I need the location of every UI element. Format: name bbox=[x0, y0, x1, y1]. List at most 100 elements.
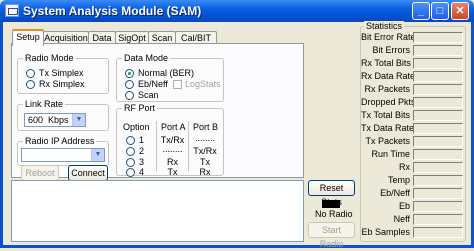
rx-total-bits-value bbox=[413, 58, 463, 69]
port-b-cell: Tx bbox=[200, 157, 210, 167]
scan-label: Scan bbox=[138, 90, 159, 100]
port-b-cell: Tx/Rx bbox=[193, 146, 217, 156]
reset-stats-button[interactable]: Reset Stats bbox=[308, 180, 355, 207]
tx-packets-label: Tx Packets bbox=[365, 136, 410, 146]
bit-error-rate-label: Bit Error Rate bbox=[361, 32, 416, 42]
bit-errors-label: Bit Errors bbox=[372, 45, 410, 55]
link-rate-title: Link Rate bbox=[23, 99, 66, 109]
rx-packets-value bbox=[413, 84, 463, 95]
radio-dot-icon bbox=[126, 146, 135, 156]
neff-value bbox=[413, 214, 463, 225]
radio-status-text: No Radio bbox=[315, 209, 353, 219]
link-rate-value: 600 Kbps bbox=[28, 115, 69, 125]
port-a-cell: Tx bbox=[167, 167, 178, 177]
run-time-value bbox=[413, 149, 463, 160]
rf-option-label: 1 bbox=[139, 135, 145, 145]
eb-value bbox=[413, 201, 463, 212]
tx-total-bits-value bbox=[413, 110, 463, 121]
normal-ber-label: Normal (BER) bbox=[138, 68, 195, 78]
logstats-label: LogStats bbox=[185, 79, 221, 89]
eb-neff-radio[interactable]: Eb/Neff bbox=[125, 79, 168, 89]
app-icon bbox=[5, 4, 19, 17]
window-border-left bbox=[0, 22, 3, 248]
tx-simplex-label: Tx Simplex bbox=[39, 68, 84, 78]
radio-dot-icon bbox=[126, 157, 135, 167]
radio-ip-group: Radio IP Address ▼ bbox=[17, 136, 109, 166]
bit-errors-value bbox=[413, 45, 463, 56]
rf-option-label: 4 bbox=[139, 167, 145, 177]
message-log[interactable] bbox=[11, 180, 304, 242]
close-button[interactable]: ✕ bbox=[451, 2, 469, 20]
statistics-group: Statistics Bit Error Rate Bit Errors Rx … bbox=[360, 21, 466, 242]
radio-dot-icon bbox=[26, 79, 35, 89]
port-b-column-header: Port B bbox=[193, 122, 219, 132]
window-title: System Analysis Module (SAM) bbox=[23, 4, 202, 18]
radio-dot-icon bbox=[126, 167, 135, 177]
temp-value bbox=[413, 175, 463, 186]
reboot-button[interactable]: Reboot bbox=[21, 165, 59, 181]
rf-option-label: 2 bbox=[139, 146, 145, 156]
eb-neff-label: Eb/Neff bbox=[138, 79, 168, 89]
title-bar: System Analysis Module (SAM) _ □ ✕ bbox=[0, 0, 474, 22]
start-radio-button[interactable]: Start Radio bbox=[308, 222, 355, 249]
radio-dot-icon bbox=[125, 90, 134, 100]
run-time-label: Run Time bbox=[371, 149, 410, 159]
eb-samples-label: Eb Samples bbox=[361, 227, 410, 237]
setup-panel: Radio Mode Tx Simplex Rx Simplex Data Mo… bbox=[11, 43, 304, 181]
chevron-down-icon[interactable]: ▼ bbox=[91, 149, 104, 161]
logstats-checkbox[interactable]: LogStats bbox=[173, 79, 221, 89]
chevron-down-icon[interactable]: ▼ bbox=[72, 114, 85, 126]
checkbox-icon bbox=[173, 79, 182, 89]
radio-ip-title: Radio IP Address bbox=[23, 136, 97, 146]
radio-selected-icon bbox=[125, 68, 134, 78]
link-rate-group: Link Rate 600 Kbps ▼ bbox=[17, 99, 109, 131]
rf-port-group: RF Port Option Port A Port B 1 Tx/Rx ...… bbox=[116, 103, 224, 177]
rx-packets-label: Rx Packets bbox=[364, 84, 410, 94]
rx-data-rate-value bbox=[413, 71, 463, 82]
rf-option-4-radio[interactable]: 4 bbox=[126, 167, 144, 177]
data-mode-group: Data Mode Normal (BER) Eb/Neff Scan LogS… bbox=[116, 53, 224, 102]
rx-label: Rx bbox=[399, 162, 410, 172]
port-b-cell: ........ bbox=[194, 133, 215, 143]
radio-ip-select[interactable]: ▼ bbox=[21, 148, 105, 162]
tx-data-rate-label: Tx Data Rate bbox=[361, 123, 415, 133]
rx-simplex-radio[interactable]: Rx Simplex bbox=[26, 79, 85, 89]
eb-neff-stat-label: Eb/Neff bbox=[380, 188, 410, 198]
eb-neff-value bbox=[413, 188, 463, 199]
maximize-button[interactable]: □ bbox=[431, 2, 449, 20]
port-a-cell: Rx bbox=[167, 157, 178, 167]
radio-mode-title: Radio Mode bbox=[23, 53, 76, 63]
scan-radio[interactable]: Scan bbox=[125, 90, 159, 100]
statistics-title: Statistics bbox=[364, 21, 405, 31]
connect-button[interactable]: Connect bbox=[68, 165, 108, 181]
rx-simplex-label: Rx Simplex bbox=[39, 79, 85, 89]
rf-port-title: RF Port bbox=[122, 103, 158, 113]
radio-dot-icon bbox=[125, 79, 134, 89]
tx-total-bits-label: Tx Total Bits bbox=[361, 110, 410, 120]
rf-option-1-radio[interactable]: 1 bbox=[126, 135, 144, 145]
dropped-pkts-value bbox=[413, 97, 463, 108]
rf-option-3-radio[interactable]: 3 bbox=[126, 157, 144, 167]
eb-label: Eb bbox=[398, 201, 410, 211]
rx-data-rate-label: Rx Data Rate bbox=[361, 71, 416, 81]
option-column-header: Option bbox=[123, 122, 150, 132]
rf-option-label: 3 bbox=[139, 157, 145, 167]
port-a-column-header: Port A bbox=[161, 122, 186, 132]
dropped-pkts-label: Dropped Pkts bbox=[361, 97, 416, 107]
temp-label: Temp bbox=[387, 175, 410, 185]
radio-mode-group: Radio Mode Tx Simplex Rx Simplex bbox=[17, 53, 109, 94]
link-rate-select[interactable]: 600 Kbps ▼ bbox=[24, 113, 86, 127]
eb-samples-value bbox=[413, 227, 463, 238]
tx-packets-value bbox=[413, 136, 463, 147]
neff-label: Neff bbox=[393, 214, 410, 224]
port-b-cell: Rx bbox=[199, 167, 211, 177]
tx-simplex-radio[interactable]: Tx Simplex bbox=[26, 68, 84, 78]
rf-option-2-radio[interactable]: 2 bbox=[126, 146, 144, 156]
normal-ber-radio[interactable]: Normal (BER) bbox=[125, 68, 194, 78]
bit-error-rate-value bbox=[413, 32, 463, 43]
rx-total-bits-label: Rx Total Bits bbox=[361, 58, 411, 68]
tx-data-rate-value bbox=[413, 123, 463, 134]
tab-setup[interactable]: Setup bbox=[12, 29, 44, 46]
minimize-button[interactable]: _ bbox=[412, 2, 430, 20]
port-a-cell: ........ bbox=[162, 144, 183, 154]
